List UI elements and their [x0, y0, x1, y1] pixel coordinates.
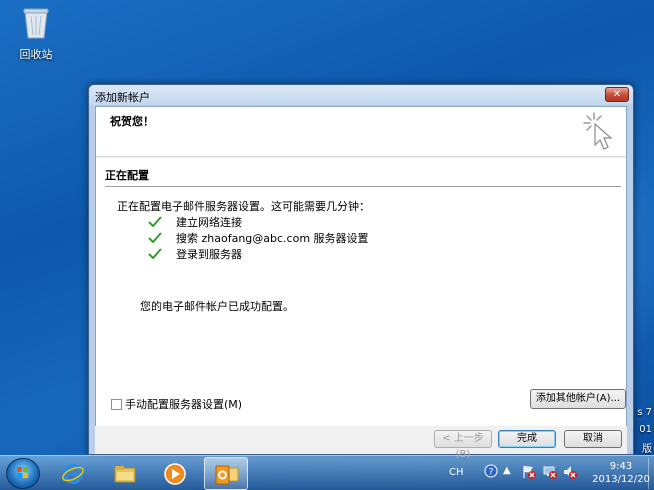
- taskbar-outlook[interactable]: [204, 457, 248, 490]
- start-button[interactable]: [6, 458, 40, 489]
- network-icon[interactable]: [542, 464, 558, 480]
- desktop: 回收站 s 7 01 版 添加新帐户 ✕ 祝贺您！ 正在配置 正在配置电子邮件服…: [0, 0, 654, 460]
- desktop-edge-text: 01: [639, 424, 652, 435]
- finish-button[interactable]: 完成: [498, 430, 556, 448]
- recycle-bin-shortcut[interactable]: 回收站: [10, 6, 62, 62]
- taskbar: CH ? ▲ 9:43 2013/12/20: [0, 455, 654, 490]
- manual-config-label: 手动配置服务器设置(M): [125, 398, 243, 411]
- language-indicator[interactable]: CH: [449, 467, 464, 478]
- dialog-title: 添加新帐户: [95, 91, 150, 104]
- taskbar-media-player[interactable]: [154, 457, 196, 490]
- folder-icon: [114, 466, 136, 483]
- success-message: 您的电子邮件帐户已成功配置。: [140, 300, 294, 313]
- section-title: 正在配置: [105, 169, 149, 182]
- windows-logo-icon: [17, 467, 28, 478]
- dialog-titlebar[interactable]: 添加新帐户 ✕: [89, 85, 633, 105]
- dialog-client-area: 祝贺您！ 正在配置 正在配置电子邮件服务器设置。这可能需要几分钟： 建立网络连接…: [95, 106, 627, 450]
- action-center-flag-icon[interactable]: [521, 464, 537, 480]
- progress-step: 建立网络连接: [148, 214, 242, 230]
- desktop-edge-text: 版: [642, 444, 652, 455]
- progress-step: 搜索 zhaofang@abc.com 服务器设置: [148, 230, 369, 246]
- step-label: 搜索 zhaofang@abc.com 服务器设置: [176, 232, 369, 245]
- step-label: 建立网络连接: [176, 216, 242, 229]
- svg-text:?: ?: [489, 468, 494, 478]
- clock-time: 9:43: [609, 461, 633, 472]
- dialog-header: 祝贺您！: [96, 107, 626, 157]
- taskbar-file-explorer[interactable]: [104, 457, 146, 490]
- show-desktop-button[interactable]: [648, 458, 654, 489]
- checkmark-icon: [148, 232, 162, 244]
- taskbar-internet-explorer[interactable]: [52, 457, 94, 490]
- dialog-footer: < 上一步(B) 完成 取消: [95, 426, 627, 460]
- system-tray: CH ? ▲ 9:43 2013/12/20: [443, 458, 654, 489]
- cancel-button[interactable]: 取消: [564, 430, 622, 448]
- desktop-edge-text: s 7: [637, 407, 652, 418]
- checkmark-icon: [148, 248, 162, 260]
- media-player-icon: [164, 463, 186, 485]
- cursor-sparkle-icon: [583, 112, 613, 150]
- add-account-dialog: 添加新帐户 ✕ 祝贺您！ 正在配置 正在配置电子邮件服务器设置。这可能需要几分钟…: [88, 84, 634, 460]
- checkbox-box[interactable]: [111, 398, 122, 410]
- manual-config-checkbox[interactable]: 手动配置服务器设置(M): [111, 396, 242, 412]
- step-label: 登录到服务器: [176, 248, 242, 261]
- close-button[interactable]: ✕: [605, 87, 629, 102]
- add-other-account-button[interactable]: 添加其他帐户(A)...: [530, 389, 626, 409]
- show-hidden-icons-arrow[interactable]: ▲: [503, 465, 511, 476]
- internet-explorer-icon: [62, 464, 84, 484]
- clock-date: 2013/12/20: [592, 474, 650, 485]
- progress-step: 登录到服务器: [148, 246, 242, 262]
- help-icon[interactable]: ?: [484, 464, 498, 478]
- section-divider: [105, 186, 621, 187]
- checkmark-icon: [148, 216, 162, 228]
- intro-text: 正在配置电子邮件服务器设置。这可能需要几分钟：: [117, 200, 370, 213]
- header-title: 祝贺您！: [110, 115, 154, 128]
- dialog-content: 正在配置 正在配置电子邮件服务器设置。这可能需要几分钟： 建立网络连接 搜索 z…: [96, 158, 626, 450]
- outlook-icon: [215, 465, 239, 485]
- recycle-bin-label: 回收站: [19, 48, 53, 61]
- recycle-bin-icon: [23, 8, 49, 39]
- volume-muted-icon[interactable]: [562, 464, 578, 480]
- clock[interactable]: 9:43 2013/12/20: [591, 460, 651, 486]
- close-icon: ✕: [612, 89, 622, 100]
- back-button[interactable]: < 上一步(B): [434, 430, 492, 460]
